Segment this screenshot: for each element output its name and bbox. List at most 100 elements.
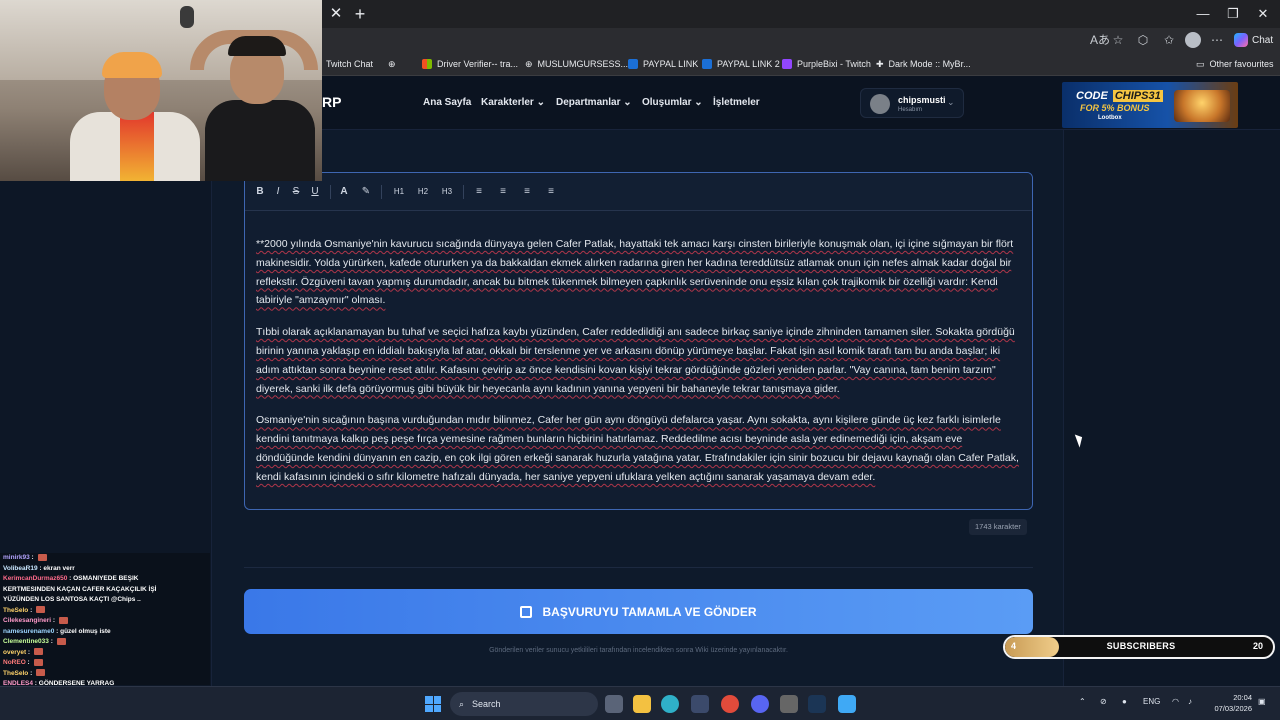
chat-text: ekran verr (43, 564, 75, 572)
chat-text: güzel olmuş iste (60, 627, 111, 635)
bookmark-purplebixi[interactable]: PurpleBixi - Twitch (782, 56, 871, 72)
align-center-button[interactable]: ≡ (495, 184, 511, 200)
file-explorer-icon[interactable] (633, 695, 651, 713)
heading-3-button[interactable]: H3 (439, 184, 455, 200)
windows-taskbar: ⌕ Search ⌃ ⊘ ● ENG ◠ ♪ 20:04 07/03/2026 … (0, 686, 1280, 720)
nav-ana-sayfa[interactable]: Ana Sayfa (423, 97, 471, 108)
nav-departmanlar[interactable]: Departmanlar ⌄ (556, 97, 632, 108)
copilot-chat-button[interactable]: Chat (1234, 31, 1273, 49)
other-favourites-folder[interactable]: ▭ Other favourites (1196, 56, 1274, 72)
bookmark-muslumgursess[interactable]: ⊕ MUSLUMGURSESS... (525, 56, 628, 72)
guest-hair (228, 36, 286, 56)
heading-1-button[interactable]: H1 (391, 184, 407, 200)
network-off-icon[interactable]: ⊘ (1100, 697, 1107, 706)
align-right-button[interactable]: ≡ (519, 184, 535, 200)
toolbar-divider (330, 185, 331, 199)
nav-karakterler[interactable]: Karakterler ⌄ (481, 97, 545, 108)
close-window-icon[interactable]: ✕ (1248, 4, 1278, 24)
bookmark-label: PAYPAL LINK 2 (717, 59, 780, 69)
nav-olusumlar[interactable]: Oluşumlar ⌄ (642, 97, 703, 108)
bookmark-paypal-link-2[interactable]: PAYPAL LINK 2 (702, 56, 780, 72)
nav-isletmeler[interactable]: İşletmeler (713, 97, 760, 108)
emote-icon (37, 553, 47, 561)
volume-icon[interactable]: ♪ (1188, 697, 1192, 706)
save-icon (520, 605, 533, 618)
toolbar-divider (463, 185, 464, 199)
microphone-tray-icon[interactable]: ● (1122, 697, 1127, 706)
ad-code-line: CODE CHIPS31 (1074, 90, 1163, 102)
restore-icon[interactable]: ❐ (1218, 4, 1248, 24)
chevron-down-icon: ⌄ (536, 97, 545, 108)
more-menu-icon[interactable]: ⋯ (1207, 30, 1227, 50)
site-logo[interactable]: RP (322, 94, 341, 110)
lootbox-ad-banner[interactable]: CODE CHIPS31 FOR 5% BONUS Lootbox (1062, 82, 1238, 128)
search-icon: ⌕ (459, 698, 465, 709)
new-tab-icon[interactable]: + (350, 4, 370, 24)
chat-username: namesurename0 (3, 627, 55, 635)
notification-icon[interactable]: ▣ (1258, 697, 1266, 706)
discord-icon[interactable] (751, 695, 769, 713)
search-label: Search (472, 699, 501, 709)
read-aloud-icon[interactable]: Aあ (1090, 30, 1110, 50)
edge-icon[interactable] (661, 695, 679, 713)
chat-text: GÖNDERSENE YARRAG (38, 680, 115, 685)
bookmark-twitch-chat[interactable]: Twitch Chat (326, 56, 373, 72)
highlight-button[interactable]: ✎ (358, 184, 374, 200)
chevron-down-icon: ⌄ (694, 97, 703, 108)
bookmark-driver-verifier[interactable]: Driver Verifier-- tra... (422, 56, 518, 72)
taskbar-clock[interactable]: 20:04 07/03/2026 (1206, 692, 1252, 714)
mouse-cursor-icon (1074, 432, 1086, 448)
extensions-icon[interactable]: ⬡ (1133, 30, 1153, 50)
bookmark-label: Twitch Chat (326, 59, 374, 69)
align-justify-button[interactable]: ≡ (543, 184, 559, 200)
tray-chevron-icon[interactable]: ⌃ (1079, 697, 1086, 706)
app-icon[interactable] (838, 695, 856, 713)
heading-2-button[interactable]: H2 (415, 184, 431, 200)
language-indicator[interactable]: ENG (1143, 697, 1160, 706)
chat-username: VolibeaR19 (3, 564, 38, 572)
minimize-icon[interactable]: — (1188, 4, 1218, 24)
strikethrough-button[interactable]: S (288, 184, 304, 200)
submit-label: BAŞVURUYU TAMAMLA VE GÖNDER (542, 604, 757, 619)
submit-application-button[interactable]: BAŞVURUYU TAMAMLA VE GÖNDER (244, 589, 1033, 634)
globe-icon: ⊕ (388, 58, 396, 69)
streamer-cap (102, 52, 162, 78)
taskbar-search[interactable]: ⌕ Search (450, 692, 598, 716)
align-left-button[interactable]: ≡ (471, 184, 487, 200)
task-view-icon[interactable] (605, 695, 623, 713)
text-color-button[interactable]: A (336, 184, 352, 200)
folder-icon: ▭ (1196, 58, 1205, 69)
chat-username: ENDLES4 (3, 680, 33, 685)
bookmark-paypal-link[interactable]: PAYPAL LINK (628, 56, 698, 72)
rich-text-editor[interactable]: B I S U A ✎ H1 H2 H3 ≡ ≡ ≡ ≡ **2000 yılı… (244, 172, 1033, 510)
subscriber-label: SUBSCRIBERS (1106, 641, 1176, 651)
favorites-icon[interactable]: ✩ (1159, 30, 1179, 50)
bookmark-globe[interactable]: ⊕ (388, 56, 396, 72)
microphone-icon (180, 6, 194, 28)
close-tab-icon[interactable]: ✕ (326, 4, 346, 24)
chat-username: TheSelo (3, 606, 29, 614)
editor-text-area[interactable]: **2000 yılında Osmaniye'nin kavurucu sıc… (256, 235, 1021, 500)
underline-button[interactable]: U (307, 184, 323, 200)
user-menu[interactable]: chipsmusti Hesabım ⌄ (860, 88, 964, 118)
editor-paragraph: Tıbbi olarak açıklanamayan bu tuhaf ve s… (256, 326, 1015, 395)
wifi-icon[interactable]: ◠ (1172, 697, 1179, 706)
bookmark-dark-mode[interactable]: ✚ Dark Mode :: MyBr... (876, 56, 971, 72)
clock-date: 07/03/2026 (1214, 704, 1252, 713)
ad-code: CHIPS31 (1112, 90, 1163, 102)
chrome-icon[interactable] (721, 695, 739, 713)
obs-icon[interactable] (780, 695, 798, 713)
editor-paragraph: Osmaniye'nin sıcağının başına vurduğunda… (256, 414, 1019, 483)
windows-start-icon[interactable] (425, 696, 441, 712)
chat-message: overyet : (0, 648, 210, 659)
stream-chat-overlay: minirk93 : VolibeaR19 : ekran verr Kerimc… (0, 553, 210, 685)
emote-icon (36, 606, 46, 614)
ad-code-prefix: CODE (1076, 90, 1108, 102)
bold-button[interactable]: B (252, 184, 268, 200)
italic-button[interactable]: I (270, 184, 286, 200)
store-icon[interactable] (691, 695, 709, 713)
steam-icon[interactable] (808, 695, 826, 713)
favorite-star-icon[interactable]: ☆ (1108, 30, 1128, 50)
emote-icon (36, 669, 46, 677)
profile-avatar[interactable] (1185, 32, 1201, 48)
